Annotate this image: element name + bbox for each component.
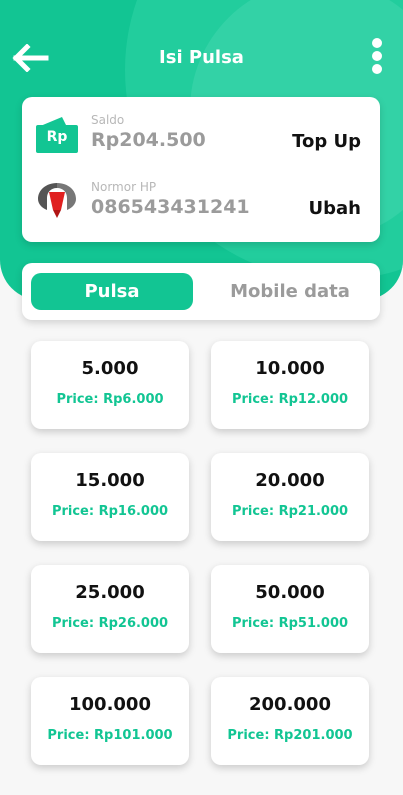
wallet-icon: Rp bbox=[36, 115, 78, 153]
option-price: Price: Rp12.000 bbox=[231, 392, 349, 407]
tab-mobile-data[interactable]: Mobile data bbox=[210, 273, 370, 310]
option-amount: 5.000 bbox=[81, 358, 139, 379]
option-price: Price: Rp51.000 bbox=[231, 616, 349, 631]
option-price: Price: Rp26.000 bbox=[51, 616, 169, 631]
operator-logo-icon bbox=[35, 180, 79, 220]
page-title: Isi Pulsa bbox=[159, 47, 244, 68]
option-price: Price: Rp201.000 bbox=[227, 728, 353, 743]
option-price: Price: Rp21.000 bbox=[231, 504, 349, 519]
pulsa-option[interactable]: 100.000 Price: Rp101.000 bbox=[31, 677, 189, 765]
more-vertical-icon bbox=[372, 38, 382, 48]
tab-bar: Pulsa Mobile data bbox=[22, 263, 380, 320]
tab-pulsa[interactable]: Pulsa bbox=[31, 273, 193, 310]
more-menu-button[interactable] bbox=[368, 38, 386, 74]
pulsa-option[interactable]: 20.000 Price: Rp21.000 bbox=[211, 453, 369, 541]
phone-label: Normor HP bbox=[91, 180, 157, 194]
change-number-button[interactable]: Ubah bbox=[309, 198, 361, 219]
top-up-button[interactable]: Top Up bbox=[292, 131, 361, 152]
pulsa-option[interactable]: 50.000 Price: Rp51.000 bbox=[211, 565, 369, 653]
option-amount: 50.000 bbox=[255, 582, 325, 603]
pulsa-option[interactable]: 200.000 Price: Rp201.000 bbox=[211, 677, 369, 765]
option-price: Price: Rp16.000 bbox=[51, 504, 169, 519]
saldo-label: Saldo bbox=[91, 113, 125, 127]
option-amount: 20.000 bbox=[255, 470, 325, 491]
rp-badge-text: Rp bbox=[46, 129, 68, 145]
saldo-value: Rp204.500 bbox=[91, 129, 206, 151]
pulsa-option[interactable]: 5.000 Price: Rp6.000 bbox=[31, 341, 189, 429]
option-amount: 100.000 bbox=[69, 694, 151, 715]
option-price: Price: Rp101.000 bbox=[47, 728, 173, 743]
option-amount: 10.000 bbox=[255, 358, 325, 379]
option-amount: 15.000 bbox=[75, 470, 145, 491]
balance-card: Rp Saldo Rp204.500 Top Up Normor HP 0865… bbox=[22, 97, 380, 242]
option-amount: 25.000 bbox=[75, 582, 145, 603]
option-amount: 200.000 bbox=[249, 694, 331, 715]
pulsa-option[interactable]: 25.000 Price: Rp26.000 bbox=[31, 565, 189, 653]
option-price: Price: Rp6.000 bbox=[56, 392, 164, 407]
phone-number-value: 086543431241 bbox=[91, 196, 250, 218]
pulsa-option[interactable]: 10.000 Price: Rp12.000 bbox=[211, 341, 369, 429]
pulsa-option[interactable]: 15.000 Price: Rp16.000 bbox=[31, 453, 189, 541]
